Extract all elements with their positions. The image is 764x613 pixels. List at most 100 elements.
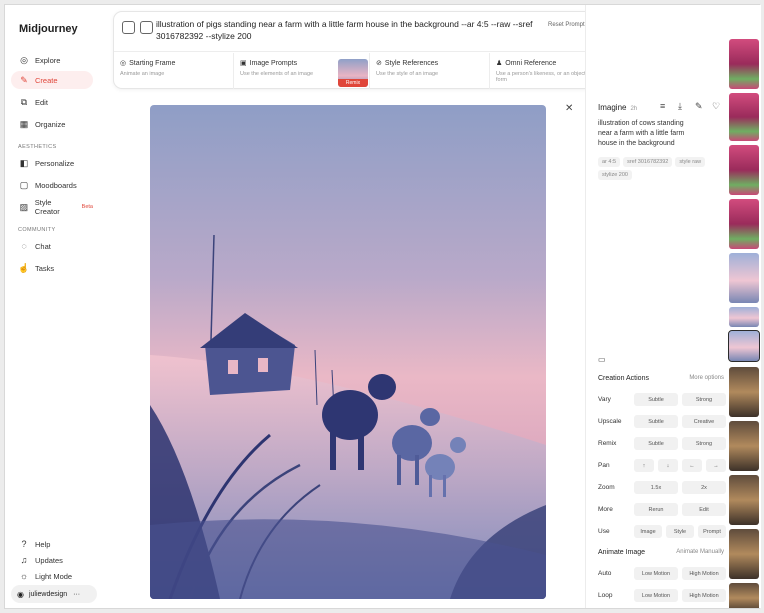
artwork-illustration — [150, 105, 546, 599]
help-icon: ? — [21, 538, 27, 549]
history-thumbnail[interactable] — [729, 145, 759, 195]
prompt-input[interactable]: illustration of pigs standing near a far… — [156, 18, 546, 42]
history-thumbnail[interactable] — [729, 93, 759, 141]
image-description: illustration of cows standing near a far… — [598, 120, 685, 147]
sidebar-item-moodboards[interactable]: ▢ Moodboards — [11, 176, 93, 194]
action-row-vary: Vary Subtle Strong — [598, 393, 726, 407]
history-thumbnail[interactable] — [729, 199, 759, 249]
loop-high-motion-button[interactable]: High Motion — [682, 589, 726, 602]
prompt-row: illustration of pigs standing near a far… — [114, 12, 624, 52]
use-style-button[interactable]: Style — [666, 525, 694, 538]
sidebar-item-create[interactable]: ✎ Create — [11, 71, 93, 89]
history-thumbnail[interactable] — [729, 583, 759, 608]
zoom-1-5x-button[interactable]: 1.5x — [634, 481, 678, 494]
history-thumbnail[interactable] — [729, 367, 759, 417]
upscale-subtle-button[interactable]: Subtle — [634, 415, 678, 428]
moodboard-icon: ▢ — [19, 179, 29, 190]
rerun-button[interactable]: Rerun — [634, 503, 678, 516]
sun-icon: ☼ — [19, 570, 29, 581]
compass-icon: ◎ — [20, 54, 28, 65]
vary-strong-button[interactable]: Strong — [682, 393, 726, 406]
pin-icon[interactable]: ✎ — [695, 101, 703, 112]
action-row-use: Use Image Style Prompt — [598, 525, 726, 539]
vary-subtle-button[interactable]: Subtle — [634, 393, 678, 406]
ref-subtitle: Use a person's likeness, or an object's … — [496, 71, 590, 83]
row-label: More — [598, 506, 613, 513]
history-thumbnail-selected[interactable] — [728, 330, 760, 362]
use-prompt-button[interactable]: Prompt — [698, 525, 726, 538]
auto-high-motion-button[interactable]: High Motion — [682, 567, 726, 580]
history-thumbnail[interactable] — [729, 39, 759, 89]
heart-icon[interactable]: ♡ — [712, 101, 720, 112]
tag[interactable]: style raw — [675, 157, 706, 167]
history-thumbnail[interactable] — [729, 421, 759, 471]
edit-button[interactable]: Edit — [682, 503, 726, 516]
pan-down-button[interactable]: ↓ — [658, 459, 678, 472]
sidebar-item-personalize[interactable]: ◧ Personalize — [11, 154, 93, 172]
folder-icon[interactable]: ▭ — [598, 355, 606, 364]
history-thumbnail[interactable] — [729, 307, 759, 327]
upscale-creative-button[interactable]: Creative — [682, 415, 726, 428]
remix-subtle-button[interactable]: Subtle — [634, 437, 678, 450]
user-menu[interactable]: ◉ juliewdesign ··· — [11, 585, 97, 603]
sidebar-item-light-mode[interactable]: ☼ Light Mode — [11, 567, 93, 585]
history-thumbnail[interactable] — [729, 475, 759, 525]
sidebar-item-style-creator[interactable]: ▨ Style Creator Beta — [11, 198, 93, 216]
animate-manually-link[interactable]: Animate Manually — [676, 549, 724, 555]
tag[interactable]: sref 3016782392 — [623, 157, 673, 167]
row-label: Zoom — [598, 484, 615, 491]
sidebar-item-label: Light Mode — [35, 571, 73, 581]
beta-badge: Beta — [81, 204, 93, 210]
action-row-more: More Rerun Edit — [598, 503, 726, 517]
reset-prompt-button[interactable]: Reset Prompt — [548, 22, 585, 28]
auto-low-motion-button[interactable]: Low Motion — [634, 567, 678, 580]
more-icon[interactable]: ··· — [73, 591, 80, 598]
sidebar-item-label: Chat — [35, 241, 51, 251]
loop-low-motion-button[interactable]: Low Motion — [634, 589, 678, 602]
sidebar-item-label: Explore — [35, 55, 61, 65]
video-icon[interactable] — [140, 21, 153, 34]
style-creator-icon: ▨ — [19, 201, 29, 212]
image-frame-icon[interactable] — [122, 21, 135, 34]
sidebar-item-label: Personalize — [35, 158, 75, 168]
anim-row-auto: Auto Low Motion High Motion — [598, 567, 726, 581]
remix-strong-button[interactable]: Strong — [682, 437, 726, 450]
history-thumbnail[interactable] — [729, 529, 759, 579]
grid-icon: ▦ — [19, 118, 29, 129]
pan-up-button[interactable]: ↑ — [634, 459, 654, 472]
tag[interactable]: stylize 200 — [598, 170, 632, 180]
sidebar-item-organize[interactable]: ▦ Organize — [11, 115, 93, 133]
download-icon[interactable]: ⤓ — [678, 101, 682, 112]
close-icon[interactable]: ✕ — [565, 103, 573, 114]
more-options-link[interactable]: More options — [689, 375, 724, 381]
list-icon[interactable]: ≡ — [660, 101, 665, 111]
generated-image[interactable] — [150, 105, 546, 599]
action-row-pan: Pan ↑ ↓ ← → — [598, 459, 726, 473]
bell-icon: ♫ — [20, 554, 28, 565]
zoom-2x-button[interactable]: 2x — [682, 481, 726, 494]
ref-style-references[interactable]: ⊘ Style References Use the style of an im… — [370, 53, 490, 89]
use-image-button[interactable]: Image — [634, 525, 662, 538]
sidebar-item-label: Help — [35, 539, 51, 549]
sidebar-item-edit[interactable]: ⧉ Edit — [11, 93, 93, 111]
pan-right-button[interactable]: → — [706, 459, 726, 472]
action-row-zoom: Zoom 1.5x 2x — [598, 481, 726, 495]
row-label: Vary — [598, 396, 611, 403]
image-prompt-thumbnail[interactable]: Remix — [338, 59, 368, 87]
row-label: Auto — [598, 570, 612, 577]
timestamp: 2h — [630, 106, 638, 112]
sidebar-item-label: Tasks — [35, 263, 55, 273]
history-thumbnail[interactable] — [729, 253, 759, 303]
pan-left-button[interactable]: ← — [682, 459, 702, 472]
avatar-icon: ◉ — [17, 589, 24, 599]
sidebar-item-explore[interactable]: ◎ Explore — [11, 51, 93, 69]
row-label: Use — [598, 528, 610, 535]
sidebar-item-tasks[interactable]: ☝ Tasks — [11, 259, 93, 277]
tag[interactable]: ar 4:5 — [598, 157, 621, 167]
sidebar-item-chat[interactable]: ◌ Chat — [11, 237, 93, 255]
panel-header: Imagine 2h — [598, 103, 637, 112]
row-label: Pan — [598, 462, 610, 469]
ref-starting-frame[interactable]: ◎ Starting Frame Animate an image — [114, 53, 234, 89]
details-panel: Imagine 2h ≡ ⤓ ✎ ♡ illustration of cows s… — [585, 5, 727, 608]
ref-title: Image Prompts — [249, 59, 298, 67]
